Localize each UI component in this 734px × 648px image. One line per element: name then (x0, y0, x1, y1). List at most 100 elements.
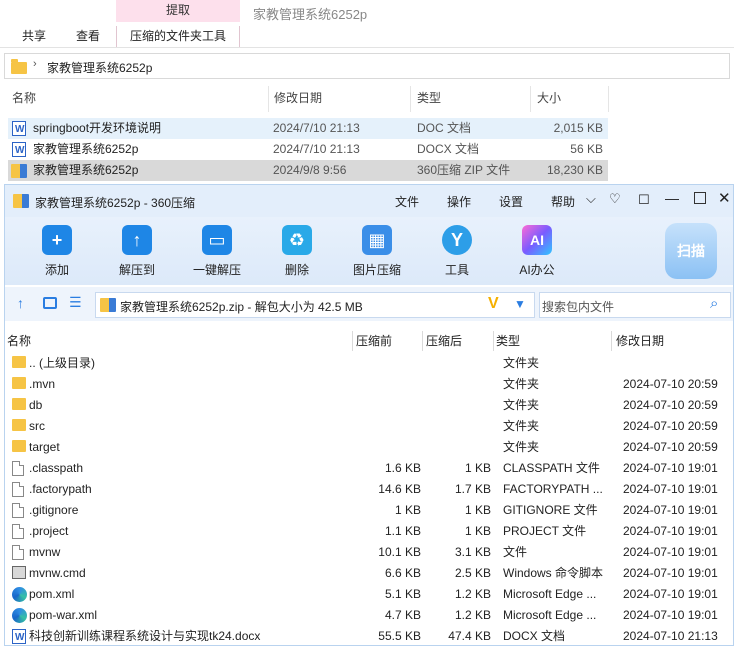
tools-button[interactable]: Y 工具 (421, 225, 493, 278)
address-bar[interactable]: › 家教管理系统6252p (4, 53, 730, 79)
size-after: 1 KB (464, 461, 491, 475)
size-before: 1 KB (394, 503, 421, 517)
table-row[interactable]: .mvn 文件夹 2024-07-10 20:59 (5, 374, 733, 395)
file-name: 家教管理系统6252p (33, 142, 139, 156)
file-name: target (29, 440, 60, 454)
file-name: db (29, 398, 43, 412)
column-divider[interactable] (493, 331, 494, 351)
column-divider[interactable] (422, 331, 423, 351)
file-type: 文件夹 (503, 377, 540, 391)
archive-titlebar[interactable]: 家教管理系统6252p - 360压缩 文件 操作 设置 帮助 ⌵ ♡ ☐ — … (5, 185, 733, 217)
column-header-before[interactable]: 压缩前 (356, 331, 392, 351)
menu-chevron-icon[interactable]: ⌵ (586, 191, 596, 207)
column-header-date[interactable]: 修改日期 (274, 86, 322, 112)
feedback-icon[interactable]: ☐ (638, 192, 650, 208)
add-icon: + (42, 225, 72, 255)
file-name: .project (29, 524, 69, 538)
list-view-icon[interactable]: ☰ (69, 294, 82, 311)
table-row[interactable]: mvnw.cmd 6.6 KB 2.5 KB Windows 命令脚本 2024-07-… (5, 563, 733, 584)
table-row[interactable]: .gitignore 1 KB 1 KB GITIGNORE 文件 2024-07-10… (5, 500, 733, 521)
ai-office-label: AI办公 (519, 263, 555, 277)
table-row[interactable]: db 文件夹 2024-07-10 20:59 (5, 395, 733, 416)
close-icon[interactable]: ✕ (718, 189, 731, 207)
maximize-icon[interactable] (694, 192, 706, 204)
table-row[interactable]: 科技创新训练课程系统设计与实现tk24.docx 55.5 KB 47.4 KB DO… (5, 626, 733, 648)
table-row[interactable]: src 文件夹 2024-07-10 20:59 (5, 416, 733, 437)
table-row[interactable]: .. (上级目录) 文件夹 (5, 353, 733, 374)
modified-date: 2024-07-10 19:01 (623, 524, 718, 538)
menu-settings[interactable]: 设置 (499, 193, 523, 210)
file-name: .factorypath (29, 482, 92, 496)
size-before: 1.1 KB (384, 524, 421, 538)
archive-search-input[interactable]: 搜索包内文件 ⌕ (539, 292, 731, 318)
file-icon (12, 482, 24, 497)
explorer-row[interactable]: springboot开发环境说明 2024/7/10 21:13 DOC 文档 … (8, 118, 608, 140)
tab-share[interactable]: 共享 (14, 26, 54, 48)
file-name: mvnw (29, 545, 61, 559)
table-row[interactable]: .classpath 1.6 KB 1 KB CLASSPATH 文件 2024-07-… (5, 458, 733, 479)
modified-date: 2024-07-10 19:01 (623, 482, 718, 496)
explorer-row[interactable]: 家教管理系统6252p 2024/7/10 21:13 DOCX 文档 56 K… (8, 139, 608, 161)
file-size: 18,230 KB (546, 163, 603, 177)
tab-extract[interactable]: 提取 (116, 0, 240, 22)
menu-help[interactable]: 帮助 (551, 193, 575, 210)
table-row[interactable]: pom.xml 5.1 KB 1.2 KB Microsoft Edge ... 202… (5, 584, 733, 605)
extract-to-button[interactable]: ↑ 解压到 (101, 225, 173, 278)
thumbnail-view-icon[interactable] (43, 297, 57, 309)
skin-icon[interactable]: ♡ (609, 191, 621, 207)
column-divider[interactable] (268, 86, 269, 112)
file-type: DOCX 文档 (417, 142, 480, 156)
table-row[interactable]: pom-war.xml 4.7 KB 1.2 KB Microsoft Edge ..… (5, 605, 733, 626)
file-type: Windows 命令脚本 (503, 566, 604, 580)
zip-icon (100, 298, 116, 312)
column-divider[interactable] (352, 331, 353, 351)
file-type: Microsoft Edge ... (503, 608, 597, 622)
column-header-type[interactable]: 类型 (496, 331, 520, 351)
file-type: 文件夹 (503, 356, 540, 370)
column-header-date[interactable]: 修改日期 (616, 331, 664, 351)
column-divider[interactable] (530, 86, 531, 112)
up-arrow-icon[interactable]: ↑ (17, 295, 24, 311)
archive-path-field[interactable]: 家教管理系统6252p.zip - 解包大小为 42.5 MB V ▼ (95, 292, 535, 318)
scan-button[interactable]: 扫描 (665, 223, 717, 279)
tools-icon: Y (442, 225, 472, 255)
column-divider[interactable] (410, 86, 411, 112)
column-header-size[interactable]: 大小 (537, 86, 561, 112)
column-header-after[interactable]: 压缩后 (426, 331, 462, 351)
file-name: src (29, 419, 45, 433)
column-divider[interactable] (608, 86, 609, 112)
tab-view[interactable]: 查看 (66, 26, 110, 48)
column-header-type[interactable]: 类型 (417, 86, 441, 112)
image-compress-button[interactable]: ▦ 图片压缩 (341, 225, 413, 278)
ai-icon: AI (522, 225, 552, 255)
search-icon[interactable]: ⌕ (710, 295, 718, 312)
file-type: FACTORYPATH ... (503, 482, 603, 496)
table-row[interactable]: target 文件夹 2024-07-10 20:59 (5, 437, 733, 458)
one-click-extract-button[interactable]: ▭ 一键解压 (181, 225, 253, 278)
file-type: 文件夹 (503, 398, 540, 412)
table-row[interactable]: .factorypath 14.6 KB 1.7 KB FACTORYPATH ...… (5, 479, 733, 500)
menu-operate[interactable]: 操作 (447, 193, 471, 210)
file-name: .. (上级目录) (29, 356, 95, 370)
dropdown-arrow-icon[interactable]: ▼ (514, 297, 526, 311)
ai-office-button[interactable]: AI AI办公 (501, 225, 573, 278)
column-header-name[interactable]: 名称 (7, 331, 31, 351)
archive-window: 家教管理系统6252p - 360压缩 文件 操作 设置 帮助 ⌵ ♡ ☐ — … (4, 184, 734, 648)
table-row[interactable]: .project 1.1 KB 1 KB PROJECT 文件 2024-07-10 1… (5, 521, 733, 542)
image-compress-label: 图片压缩 (352, 263, 401, 277)
cmd-icon (12, 566, 26, 579)
column-header-name[interactable]: 名称 (12, 86, 36, 112)
delete-button[interactable]: ♻ 删除 (261, 225, 333, 278)
add-button[interactable]: + 添加 (21, 225, 93, 278)
vip-icon[interactable]: V (488, 295, 499, 313)
file-icon (12, 524, 24, 539)
minimize-icon[interactable]: — (665, 190, 679, 206)
explorer-row-selected[interactable]: 家教管理系统6252p 2024/9/8 9:56 360压缩 ZIP 文件 1… (8, 160, 608, 181)
file-type: 文件夹 (503, 440, 540, 454)
column-divider[interactable] (611, 331, 612, 351)
menu-file[interactable]: 文件 (395, 193, 419, 210)
tab-compressed-folder-tools[interactable]: 压缩的文件夹工具 (116, 26, 240, 48)
size-before: 14.6 KB (378, 482, 421, 496)
table-row[interactable]: mvnw 10.1 KB 3.1 KB 文件 2024-07-10 19:01 (5, 542, 733, 563)
folder-icon (12, 356, 26, 368)
